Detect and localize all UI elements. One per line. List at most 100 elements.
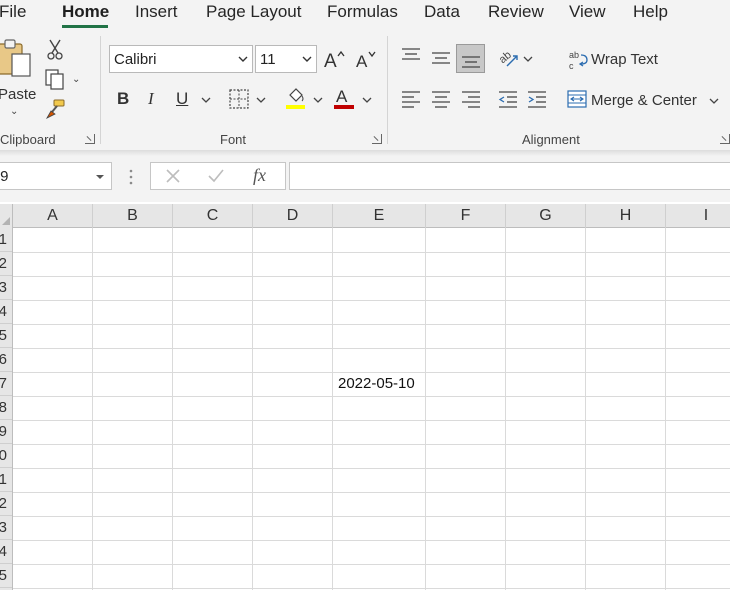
name-box[interactable]: I9 bbox=[0, 162, 112, 190]
column-header-d[interactable]: D bbox=[253, 204, 333, 228]
wrap-text-button[interactable]: ab c Wrap Text bbox=[566, 48, 666, 72]
borders-icon[interactable] bbox=[229, 89, 249, 109]
group-divider bbox=[387, 36, 388, 144]
increase-font-size-icon[interactable]: A bbox=[323, 48, 345, 70]
bottom-align-icon bbox=[462, 56, 480, 68]
column-header-i[interactable]: I bbox=[666, 204, 730, 228]
font-size-combobox[interactable]: 11 bbox=[255, 45, 317, 73]
gridline bbox=[13, 348, 730, 349]
svg-text:A: A bbox=[336, 87, 348, 106]
formula-input[interactable] bbox=[289, 162, 730, 190]
tab-view[interactable]: View bbox=[569, 2, 606, 22]
worksheet-grid[interactable]: A B C D E F G H I 1 2 3 4 5 6 7 8 9 10 1… bbox=[0, 204, 730, 590]
column-header-bar: A B C D E F G H I bbox=[0, 204, 730, 228]
merge-center-button[interactable]: Merge & Center bbox=[566, 88, 726, 112]
gridline bbox=[13, 372, 730, 373]
tab-data[interactable]: Data bbox=[424, 2, 460, 22]
row-number: 1 bbox=[0, 231, 7, 248]
top-align-icon[interactable] bbox=[401, 47, 421, 65]
font-color-icon[interactable]: A bbox=[333, 86, 355, 110]
gridline bbox=[13, 492, 730, 493]
ribbon: Paste ⌄ ⌄ Clipboard Calibri 11 A A B I U bbox=[0, 30, 730, 150]
active-tab-indicator bbox=[62, 25, 108, 28]
row-header-14[interactable]: 14 bbox=[0, 540, 12, 564]
row-header-8[interactable]: 8 bbox=[0, 396, 12, 420]
row-header-2[interactable]: 2 bbox=[0, 252, 12, 276]
font-dialog-launcher[interactable] bbox=[372, 134, 382, 144]
row-header-11[interactable]: 11 bbox=[0, 468, 12, 492]
column-header-h[interactable]: H bbox=[586, 204, 666, 228]
chevron-down-icon[interactable] bbox=[201, 96, 211, 104]
svg-text:A: A bbox=[356, 52, 368, 70]
column-header-f[interactable]: F bbox=[426, 204, 506, 228]
chevron-down-icon[interactable] bbox=[256, 96, 266, 104]
row-header-9[interactable]: 9 bbox=[0, 420, 12, 444]
font-name-value: Calibri bbox=[114, 51, 157, 68]
row-header-7[interactable]: 7 bbox=[0, 372, 12, 396]
select-all-button[interactable] bbox=[0, 204, 13, 228]
svg-text:A: A bbox=[324, 51, 337, 70]
column-header-e[interactable]: E bbox=[333, 204, 426, 228]
column-header-g[interactable]: G bbox=[506, 204, 586, 228]
tab-help[interactable]: Help bbox=[633, 2, 668, 22]
orientation-icon[interactable]: ab bbox=[498, 47, 520, 69]
gridline bbox=[13, 324, 730, 325]
underline-button[interactable]: U bbox=[176, 89, 188, 109]
fill-color-icon[interactable] bbox=[285, 86, 307, 110]
bold-button[interactable]: B bbox=[117, 89, 129, 109]
clipboard-icon bbox=[0, 39, 31, 77]
align-left-icon[interactable] bbox=[401, 90, 421, 108]
font-size-value: 11 bbox=[260, 51, 276, 68]
row-header-1[interactable]: 1 bbox=[0, 228, 12, 252]
insert-function-icon[interactable]: fx bbox=[253, 165, 266, 186]
clipboard-group-label: Clipboard bbox=[0, 132, 56, 147]
format-painter-icon[interactable] bbox=[45, 98, 67, 120]
italic-button[interactable]: I bbox=[148, 89, 154, 109]
tab-review[interactable]: Review bbox=[488, 2, 544, 22]
cell-e7[interactable]: 2022-05-10 bbox=[338, 375, 415, 392]
cancel-icon[interactable] bbox=[165, 168, 181, 184]
tab-home[interactable]: Home bbox=[62, 2, 109, 22]
row-header-12[interactable]: 12 bbox=[0, 492, 12, 516]
align-right-icon[interactable] bbox=[461, 90, 481, 108]
column-header-a[interactable]: A bbox=[13, 204, 93, 228]
row-number: 12 bbox=[0, 495, 7, 512]
paste-button[interactable]: Paste ⌄ bbox=[0, 36, 38, 118]
row-header-4[interactable]: 4 bbox=[0, 300, 12, 324]
tab-insert[interactable]: Insert bbox=[135, 2, 178, 22]
gridline bbox=[585, 228, 586, 590]
bottom-align-button[interactable] bbox=[456, 44, 485, 73]
align-center-icon[interactable] bbox=[431, 90, 451, 108]
font-name-combobox[interactable]: Calibri bbox=[109, 45, 253, 73]
name-box-value: I9 bbox=[0, 168, 9, 185]
row-number: 10 bbox=[0, 447, 7, 464]
row-header-5[interactable]: 5 bbox=[0, 324, 12, 348]
row-header-3[interactable]: 3 bbox=[0, 276, 12, 300]
wrap-text-icon: ab c bbox=[569, 50, 588, 71]
row-header-15[interactable]: 15 bbox=[0, 564, 12, 588]
chevron-down-icon[interactable] bbox=[313, 96, 323, 104]
column-header-c[interactable]: C bbox=[173, 204, 253, 228]
drag-handle-icon[interactable] bbox=[128, 168, 134, 186]
alignment-dialog-launcher[interactable] bbox=[720, 134, 730, 144]
copy-icon[interactable] bbox=[44, 68, 68, 90]
chevron-down-icon[interactable] bbox=[362, 96, 372, 104]
decrease-font-size-icon[interactable]: A bbox=[355, 48, 377, 70]
tab-formulas[interactable]: Formulas bbox=[327, 2, 398, 22]
chevron-down-icon[interactable]: ⌄ bbox=[72, 74, 80, 85]
gridline bbox=[13, 276, 730, 277]
row-header-13[interactable]: 13 bbox=[0, 516, 12, 540]
increase-indent-icon[interactable] bbox=[527, 90, 547, 108]
tab-page-layout[interactable]: Page Layout bbox=[206, 2, 301, 22]
column-header-b[interactable]: B bbox=[93, 204, 173, 228]
clipboard-dialog-launcher[interactable] bbox=[85, 134, 95, 144]
tab-file[interactable]: File bbox=[0, 2, 26, 22]
chevron-down-icon[interactable] bbox=[523, 55, 533, 63]
gridline bbox=[505, 228, 506, 590]
cut-icon[interactable] bbox=[45, 38, 65, 60]
row-header-10[interactable]: 10 bbox=[0, 444, 12, 468]
row-header-6[interactable]: 6 bbox=[0, 348, 12, 372]
decrease-indent-icon[interactable] bbox=[498, 90, 518, 108]
enter-check-icon[interactable] bbox=[207, 168, 225, 184]
middle-align-icon[interactable] bbox=[431, 50, 451, 68]
